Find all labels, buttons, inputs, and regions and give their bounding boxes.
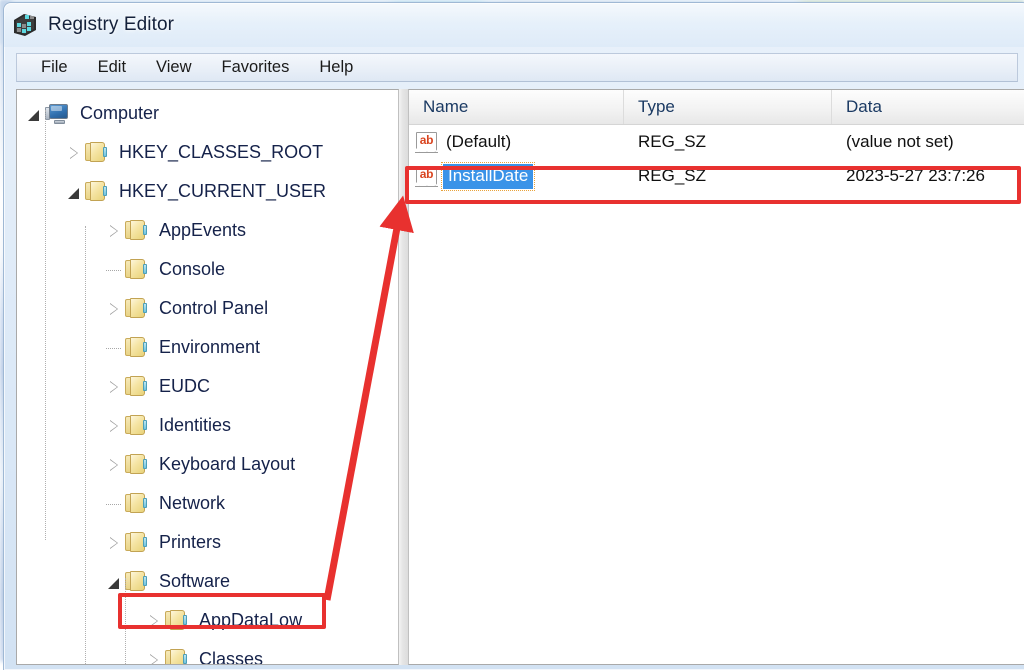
registry-tree-panel[interactable]: Computer HKEY_CLASSES_ROOT HKEY_CURRENT_US… (16, 89, 399, 665)
table-row[interactable]: ab InstallDate REG_SZ2023-5-27 23:7:26 (409, 159, 1024, 193)
tree-node-label: HKEY_CURRENT_USER (115, 180, 330, 204)
tree-node-computer[interactable]: Computer (17, 94, 398, 133)
expand-triangle-icon[interactable] (145, 612, 163, 630)
value-type-cell: REG_SZ (624, 159, 832, 193)
tree-node-label: Console (155, 258, 229, 282)
tree-node-label: Identities (155, 414, 235, 438)
tree-node-hkey-classes-root[interactable]: HKEY_CLASSES_ROOT (17, 133, 398, 172)
value-data-cell: (value not set) (832, 125, 1024, 159)
values-column-header: Name Type Data (409, 90, 1024, 125)
tree-node-identities[interactable]: Identities (17, 406, 398, 445)
expand-triangle-icon[interactable] (105, 300, 123, 318)
registry-key-folder-icon (85, 181, 108, 202)
registry-key-folder-icon (165, 610, 188, 631)
tree-node-network[interactable]: Network (17, 484, 398, 523)
tree-node-label: Network (155, 492, 229, 516)
window-title: Registry Editor (48, 14, 174, 36)
tree-guide-line (125, 578, 126, 665)
tree-node-label: Environment (155, 336, 264, 360)
tree-connector-line (105, 339, 123, 357)
menu-bar: File Edit View Favorites Help (16, 53, 1018, 82)
tree-node-appevents[interactable]: AppEvents (17, 211, 398, 250)
tree-guide-line (45, 110, 46, 540)
expand-triangle-icon[interactable] (105, 378, 123, 396)
collapse-triangle-icon[interactable] (65, 183, 83, 201)
registry-key-folder-icon (125, 298, 148, 319)
column-header-type[interactable]: Type (624, 90, 832, 124)
registry-key-folder-icon (125, 415, 148, 436)
registry-key-folder-icon (85, 142, 108, 163)
tree-node-keyboard-layout[interactable]: Keyboard Layout (17, 445, 398, 484)
collapse-triangle-icon[interactable] (105, 573, 123, 591)
tree-node-classes[interactable]: Classes (17, 640, 398, 665)
column-header-name[interactable]: Name (409, 90, 624, 124)
value-name-cell[interactable]: ab (Default) (409, 125, 624, 159)
registry-key-folder-icon (125, 337, 148, 358)
registry-key-folder-icon (125, 220, 148, 241)
tree-connector-line (105, 261, 123, 279)
title-bar[interactable]: Registry Editor (4, 3, 1024, 47)
registry-key-folder-icon (125, 376, 148, 397)
tree-node-label: Control Panel (155, 297, 272, 321)
collapse-triangle-icon[interactable] (25, 105, 43, 123)
string-value-icon: ab (416, 166, 437, 186)
tree-node-software[interactable]: Software (17, 562, 398, 601)
menu-item-edit[interactable]: Edit (86, 56, 138, 80)
content-panels: Computer HKEY_CLASSES_ROOT HKEY_CURRENT_US… (16, 89, 1024, 665)
value-name-cell[interactable]: ab InstallDate (409, 159, 624, 193)
tree-connector-line (105, 495, 123, 513)
registry-editor-icon (11, 12, 39, 38)
value-type-cell: REG_SZ (624, 125, 832, 159)
expand-triangle-icon[interactable] (145, 651, 163, 666)
tree-node-label: Software (155, 570, 234, 594)
tree-node-label: EUDC (155, 375, 214, 399)
registry-editor-window: Registry Editor File Edit View Favorites… (3, 2, 1024, 670)
value-name-label: InstallDate (443, 164, 533, 189)
table-row[interactable]: ab (Default) REG_SZ(value not set) (409, 125, 1024, 159)
menu-item-help[interactable]: Help (307, 56, 365, 80)
tree-node-console[interactable]: Console (17, 250, 398, 289)
panel-splitter[interactable] (399, 89, 408, 665)
tree-node-label: AppDataLow (195, 609, 306, 633)
values-list-body: ab (Default) REG_SZ(value not set) ab Instal… (409, 125, 1024, 193)
expand-triangle-icon[interactable] (105, 534, 123, 552)
registry-key-folder-icon (165, 649, 188, 665)
expand-triangle-icon[interactable] (105, 417, 123, 435)
value-name-label: (Default) (443, 131, 514, 153)
expand-triangle-icon[interactable] (105, 222, 123, 240)
computer-icon (45, 104, 69, 124)
tree-node-label: HKEY_CLASSES_ROOT (115, 141, 327, 165)
column-header-data[interactable]: Data (832, 90, 1024, 124)
tree-guide-line (85, 226, 86, 665)
expand-triangle-icon[interactable] (105, 456, 123, 474)
registry-key-folder-icon (125, 493, 148, 514)
tree-node-label: Printers (155, 531, 225, 555)
registry-values-panel[interactable]: Name Type Data ab (Default) REG_SZ(value n… (408, 89, 1024, 665)
value-data-cell: 2023-5-27 23:7:26 (832, 159, 1024, 193)
registry-key-folder-icon (125, 259, 148, 280)
registry-key-folder-icon (125, 454, 148, 475)
tree-node-control-panel[interactable]: Control Panel (17, 289, 398, 328)
tree-node-appdatalow[interactable]: AppDataLow (17, 601, 398, 640)
menu-item-favorites[interactable]: Favorites (210, 56, 302, 80)
tree-node-label: Keyboard Layout (155, 453, 299, 477)
tree-node-label: Computer (76, 102, 163, 126)
menu-item-view[interactable]: View (144, 56, 203, 80)
tree-node-eudc[interactable]: EUDC (17, 367, 398, 406)
menu-item-file[interactable]: File (29, 56, 80, 80)
registry-key-folder-icon (125, 571, 148, 592)
registry-tree: Computer HKEY_CLASSES_ROOT HKEY_CURRENT_US… (17, 90, 398, 665)
tree-node-environment[interactable]: Environment (17, 328, 398, 367)
expand-triangle-icon[interactable] (65, 144, 83, 162)
registry-key-folder-icon (125, 532, 148, 553)
tree-node-label: Classes (195, 648, 267, 666)
tree-node-printers[interactable]: Printers (17, 523, 398, 562)
string-value-icon: ab (416, 132, 437, 152)
tree-node-hkey-current-user[interactable]: HKEY_CURRENT_USER (17, 172, 398, 211)
tree-node-label: AppEvents (155, 219, 250, 243)
